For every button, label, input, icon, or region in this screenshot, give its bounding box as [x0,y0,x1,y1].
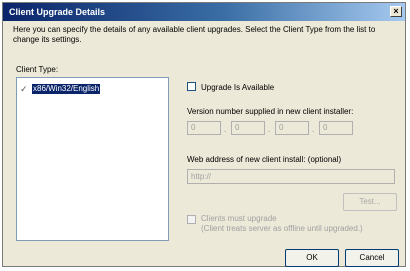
client-upgrade-dialog: Client Upgrade Details × Here you can sp… [2,2,406,267]
upgrade-available-label: Upgrade Is Available [201,83,275,92]
web-address-field[interactable]: http:// [187,169,395,184]
clients-must-upgrade-sublabel: (Client treats server as offline until u… [201,224,363,233]
cancel-button[interactable]: Cancel [345,249,399,267]
client-type-list[interactable]: ✓ x86/Win32/English [16,77,169,241]
version-revision-field[interactable]: 0 [319,121,353,135]
description-text: Here you can specify the details of any … [13,25,376,44]
title-bar[interactable]: Client Upgrade Details × [3,3,405,21]
version-number-label: Version number supplied in new client in… [187,107,354,116]
version-dot-1: . [224,125,227,134]
web-address-label: Web address of new client install: (opti… [187,155,342,164]
upgrade-available-checkbox[interactable] [187,82,196,91]
version-dot-2: . [268,125,271,134]
ok-button[interactable]: OK [285,249,339,267]
close-icon[interactable]: × [390,6,402,17]
version-minor-field[interactable]: 0 [231,121,265,135]
client-checkmark-icon: ✓ [20,84,28,94]
dialog-title: Client Upgrade Details [9,7,106,17]
list-item-label: x86/Win32/English [32,84,101,94]
clients-must-upgrade-label: Clients must upgrade [201,214,277,223]
client-type-label: Client Type: [16,65,59,74]
version-build-field[interactable]: 0 [275,121,309,135]
test-button[interactable]: Test... [343,193,397,211]
clients-must-upgrade-checkbox[interactable] [187,215,196,224]
version-major-field[interactable]: 0 [187,121,221,135]
version-dot-3: . [312,125,315,134]
